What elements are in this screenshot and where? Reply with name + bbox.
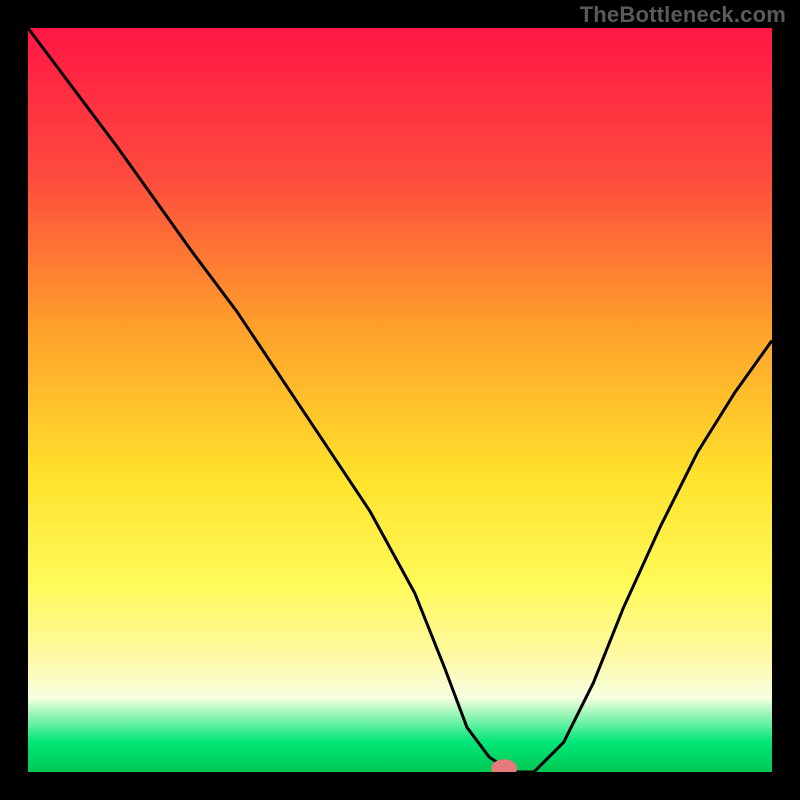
chart-background [28, 28, 772, 772]
chart-svg [28, 28, 772, 772]
attribution-label: TheBottleneck.com [580, 2, 786, 28]
plot-area [28, 28, 772, 772]
chart-frame: TheBottleneck.com [0, 0, 800, 800]
